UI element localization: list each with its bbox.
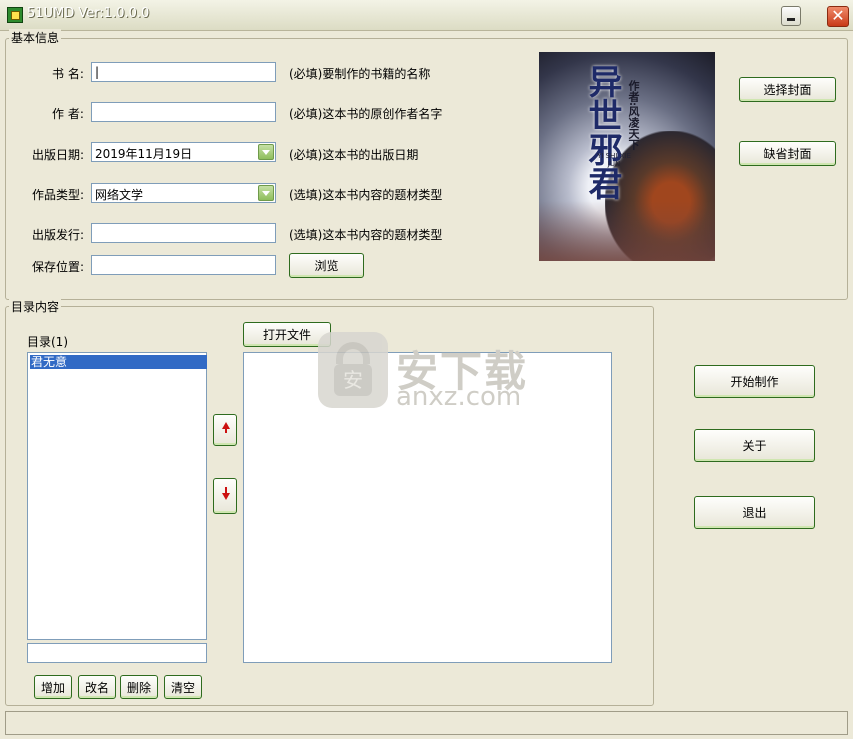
chapter-name-input[interactable] [27, 643, 207, 663]
exit-button[interactable]: 退出 [694, 496, 815, 529]
publisher-input[interactable] [91, 223, 276, 243]
publisher-label: 出版发行: [32, 228, 85, 242]
publish-date-value: 2019年11月19日 [95, 147, 193, 161]
publisher-hint: (选填)这本书内容的题材类型 [289, 228, 443, 242]
genre-hint: (选填)这本书内容的题材类型 [289, 188, 443, 202]
minimize-button[interactable] [781, 6, 801, 26]
publish-date-picker[interactable]: 2019年11月19日 [91, 142, 276, 162]
chevron-down-icon[interactable] [258, 144, 274, 160]
close-button[interactable]: ✕ [827, 6, 849, 27]
close-icon: ✕ [831, 6, 845, 25]
toc-list-label: 目录(1) [27, 335, 68, 349]
publish-date-hint: (必填)这本书的出版日期 [289, 148, 419, 162]
list-item[interactable]: 君无意 [30, 355, 207, 369]
book-name-label: 书 名: [52, 67, 84, 81]
move-down-button[interactable] [213, 478, 237, 514]
chevron-down-icon[interactable] [258, 185, 274, 201]
delete-button[interactable]: 删除 [120, 675, 158, 699]
status-bar [5, 711, 848, 735]
author-hint: (必填)这本书的原创作者名字 [289, 107, 443, 121]
genre-label: 作品类型: [32, 188, 85, 202]
cover-image: 异世邪君 作者:风凌天下 YI SHI XIE JUN [539, 52, 715, 261]
genre-value: 网络文学 [95, 188, 144, 202]
start-button[interactable]: 开始制作 [694, 365, 815, 398]
author-label: 作 者: [52, 107, 84, 121]
app-icon [7, 7, 23, 23]
toc-list[interactable]: 君无意 [27, 352, 207, 640]
publish-date-label: 出版日期: [32, 148, 85, 162]
genre-select[interactable]: 网络文学 [91, 183, 276, 203]
cover-fog [539, 201, 715, 261]
cover-author: 作者:风凌天下 [627, 80, 640, 151]
about-button[interactable]: 关于 [694, 429, 815, 462]
author-input[interactable] [91, 102, 276, 122]
browse-button[interactable]: 浏览 [289, 253, 364, 278]
save-location-input[interactable] [91, 255, 276, 275]
basic-info-title: 基本信息 [9, 29, 62, 46]
add-button[interactable]: 增加 [34, 675, 72, 699]
rename-button[interactable]: 改名 [78, 675, 116, 699]
save-location-label: 保存位置: [32, 260, 85, 274]
default-cover-button[interactable]: 缺省封面 [739, 141, 836, 166]
clear-button[interactable]: 清空 [164, 675, 202, 699]
cover-pinyin: YI SHI XIE JUN [597, 152, 631, 168]
cover-title: 异世邪君 [582, 64, 622, 200]
title-bar: 51UMD Ver:1.0.0.0 ✕ [0, 0, 853, 31]
book-name-input[interactable]: | [91, 62, 276, 82]
watermark-url: anxz.com [396, 382, 522, 412]
watermark-logo-icon [318, 332, 388, 408]
toc-title: 目录内容 [9, 298, 62, 315]
move-up-button[interactable] [213, 414, 237, 446]
book-name-hint: (必填)要制作的书籍的名称 [289, 67, 431, 81]
window-title: 51UMD Ver:1.0.0.0 [27, 6, 150, 21]
select-cover-button[interactable]: 选择封面 [739, 77, 836, 102]
